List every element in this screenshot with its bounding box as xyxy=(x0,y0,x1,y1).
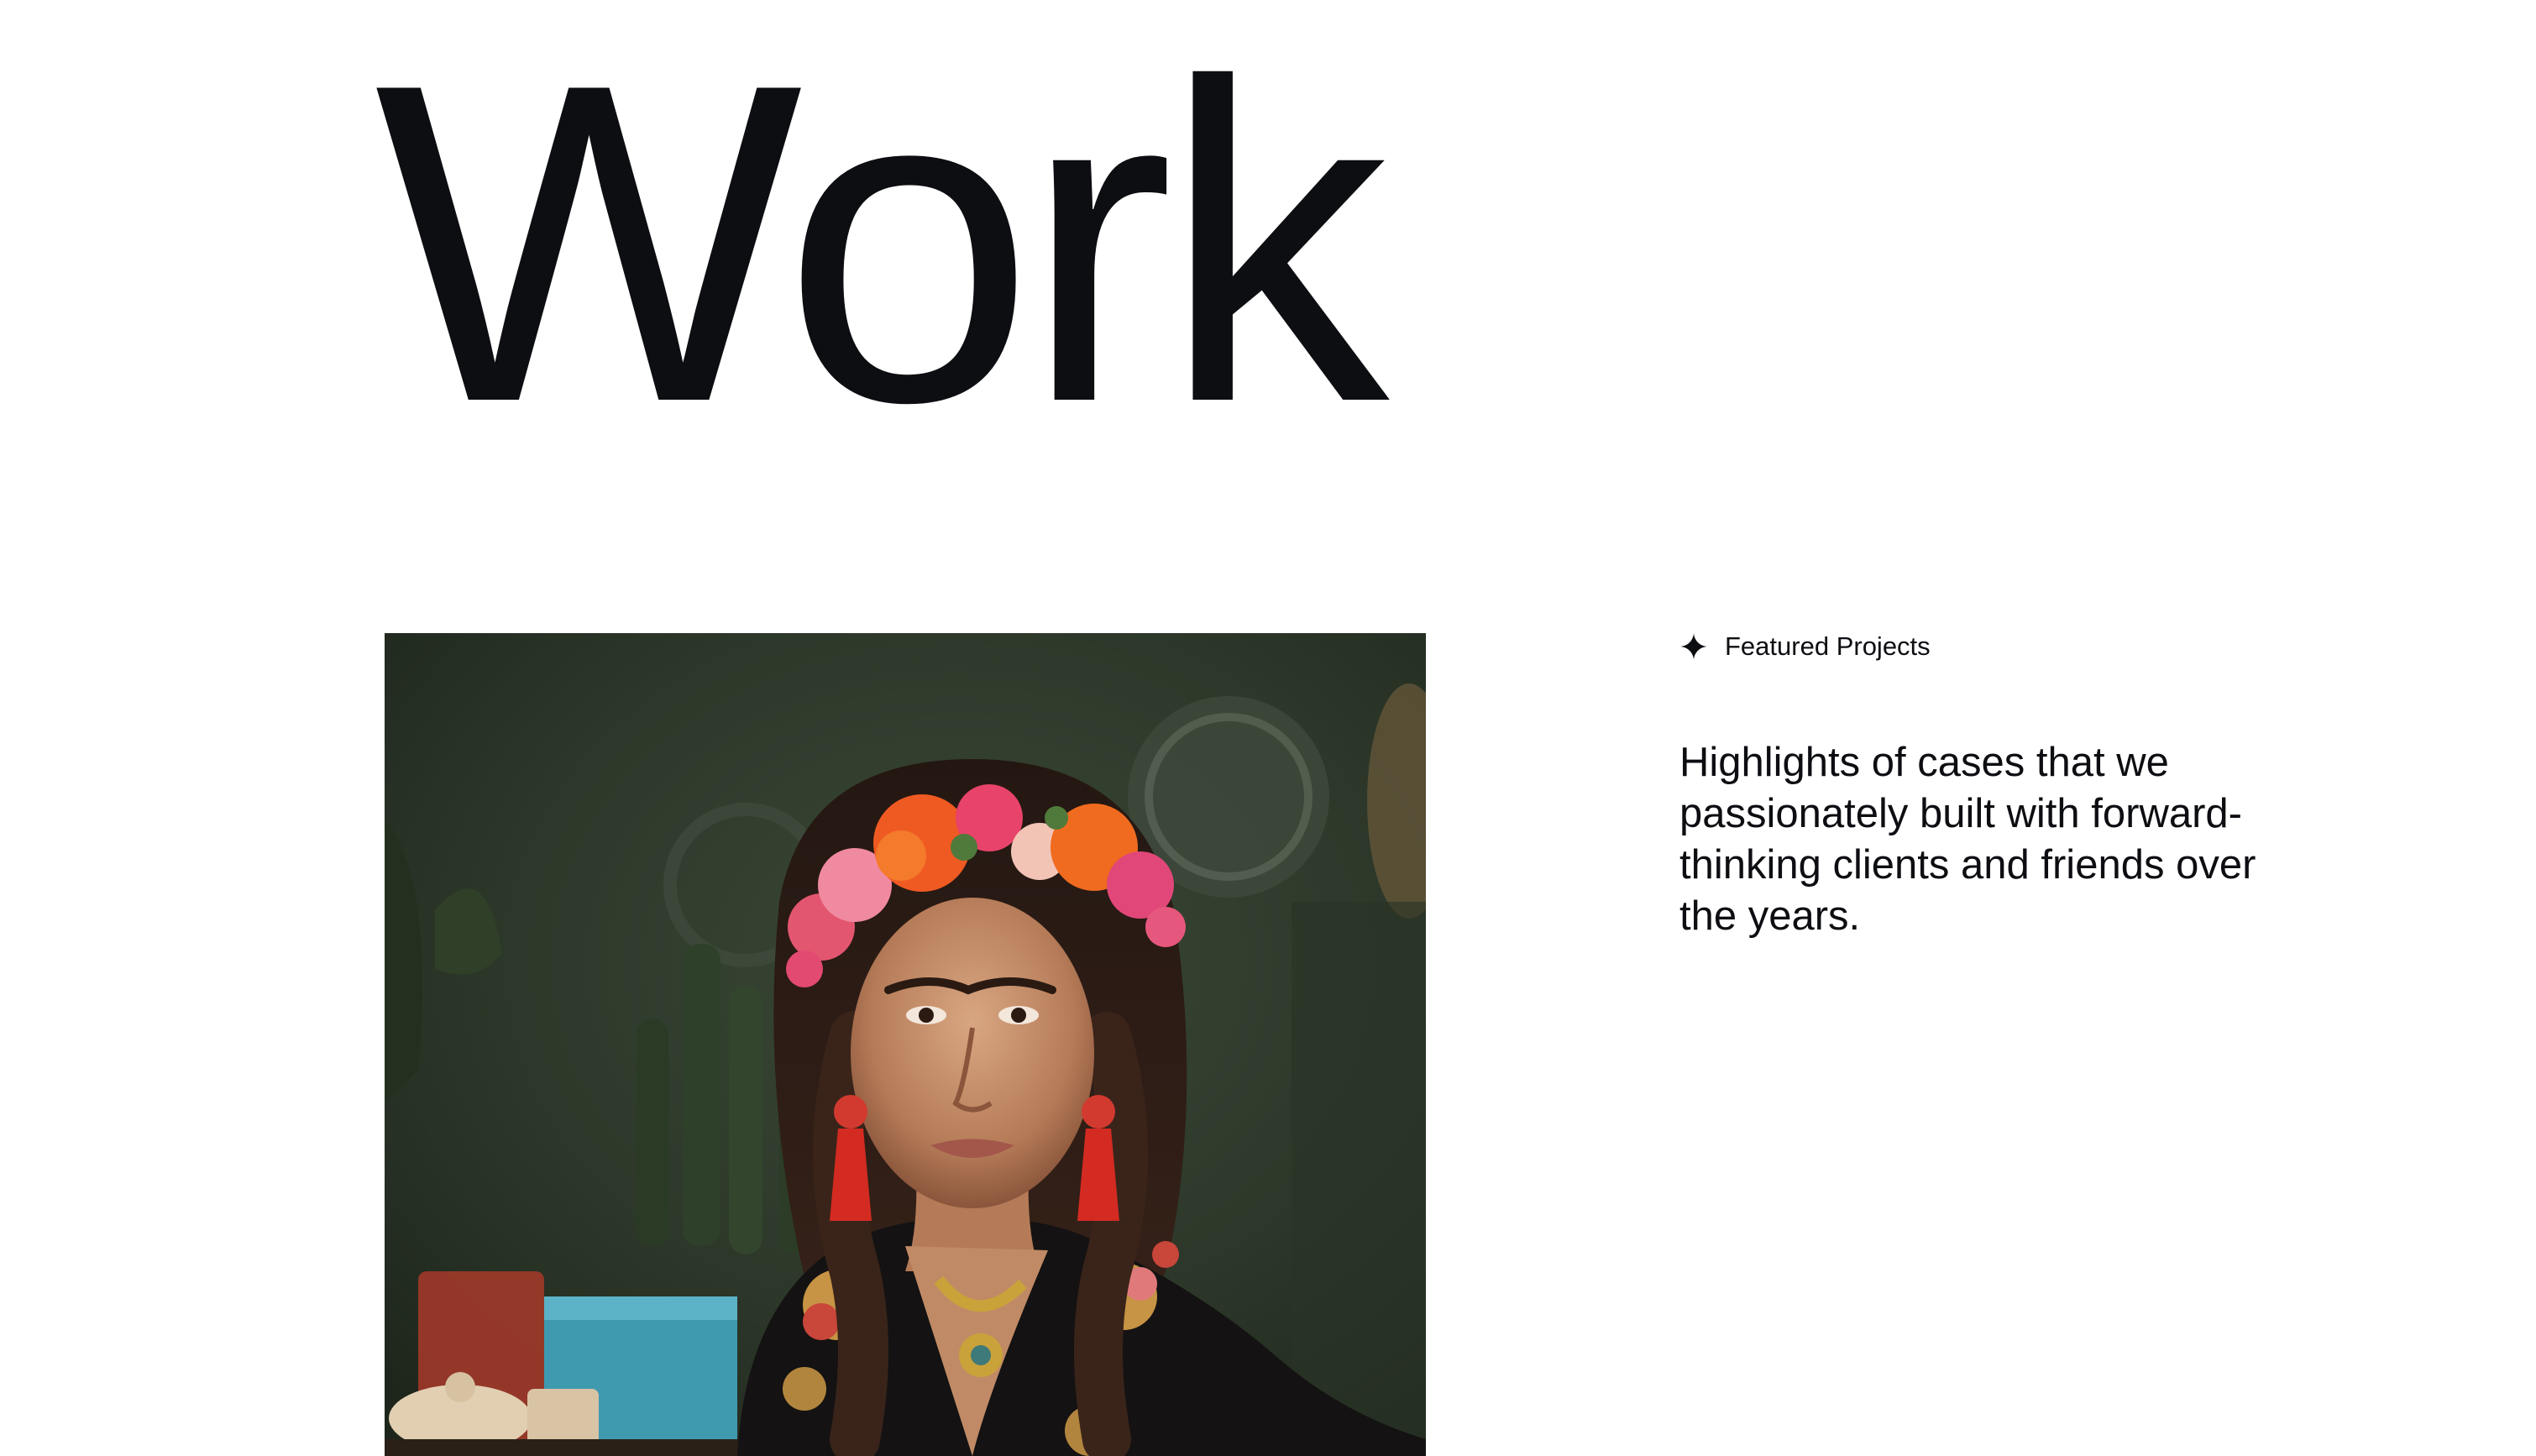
featured-projects-label: Featured Projects xyxy=(1679,628,1931,665)
sparkle-icon xyxy=(1679,632,1708,661)
featured-description: Highlights of cases that we passionately… xyxy=(1679,740,2256,939)
page-title: Work xyxy=(375,0,1389,496)
featured-project-image[interactable] xyxy=(385,633,1426,1456)
portrait-photo xyxy=(385,633,1426,1456)
featured-projects-text: Featured Projects xyxy=(1725,631,1931,661)
